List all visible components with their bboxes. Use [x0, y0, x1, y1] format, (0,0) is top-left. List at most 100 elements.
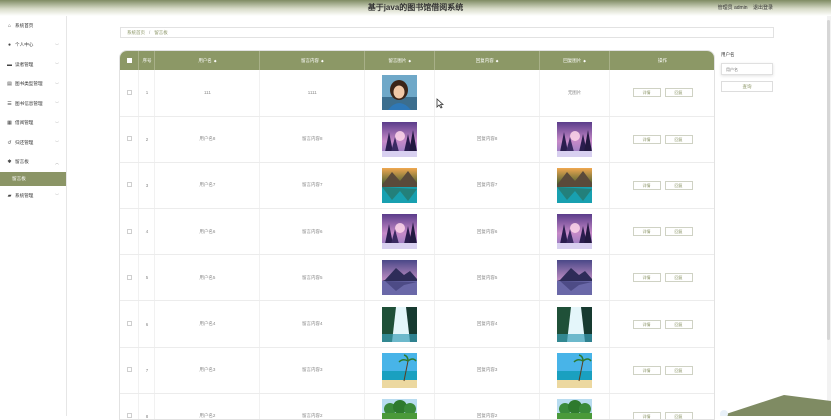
reply-button[interactable]: 回复 — [664, 227, 693, 237]
select-all-checkbox[interactable] — [126, 57, 132, 63]
mouse-cursor-icon — [436, 98, 444, 109]
photo-purple-forest[interactable] — [382, 214, 418, 250]
corner-decoration — [720, 395, 831, 416]
row-image-cell — [364, 347, 436, 394]
row-checkbox[interactable] — [126, 89, 132, 95]
sort-icon[interactable]: ◆ — [583, 59, 586, 63]
username-search-input[interactable] — [721, 63, 773, 75]
row-reply: 回复内容3 — [434, 347, 541, 394]
photo-purple-forest[interactable] — [382, 121, 418, 157]
photo-person[interactable] — [382, 75, 418, 111]
detail-button[interactable]: 详情 — [632, 319, 661, 329]
row-actions: 详情 回复 — [609, 208, 714, 256]
row-checkbox[interactable] — [126, 228, 132, 234]
sort-icon[interactable]: ◆ — [214, 59, 217, 63]
message-table-container: 序号 用户名 ◆ 留言内容 ◆ 留言图片 ◆ 回复内容 ◆ 回复图片 ◆ 操作 1 111 1… — [119, 50, 715, 420]
sidebar-item[interactable]: ▬ 读者管理 ﹀ — [0, 55, 66, 75]
photo-mountain-lake[interactable] — [382, 167, 418, 203]
column-header-username[interactable]: 用户名 ◆ — [154, 51, 261, 70]
row-username: 用户名5 — [154, 254, 261, 302]
sidebar-item[interactable]: ☰ 图书信息管理 ﹀ — [0, 94, 66, 114]
breadcrumb-home[interactable]: 系统首页 — [127, 30, 145, 36]
sidebar-item-label: 图书信息管理 — [15, 100, 43, 106]
header-actions: 管理员 admin 退出登录 — [714, 4, 773, 11]
photo-beach[interactable] — [382, 352, 418, 388]
row-reply: 回复内容7 — [434, 162, 541, 210]
reply-button[interactable]: 回复 — [664, 365, 693, 375]
return-icon: ↺ — [7, 139, 12, 146]
photo-purple-mountain[interactable] — [382, 260, 418, 296]
row-content: 留言内容5 — [259, 254, 366, 302]
chevron-down-icon: ﹀ — [55, 101, 59, 106]
row-content: 留言内容4 — [259, 300, 366, 348]
sidebar-item[interactable]: ▰ 系统管理 ﹀ — [0, 186, 66, 206]
row-checkbox[interactable] — [126, 136, 132, 142]
select-all-cell — [120, 51, 140, 70]
reply-button[interactable]: 回复 — [664, 319, 693, 329]
photo-green-hills[interactable] — [382, 398, 418, 420]
sidebar-item-label: 系统首页 — [15, 22, 34, 28]
logout-link[interactable]: 退出登录 — [753, 5, 773, 11]
sidebar-item[interactable]: ⌂ 系统首页 — [0, 16, 66, 36]
scrollbar-thumb[interactable] — [827, 20, 830, 340]
row-image-cell — [364, 300, 436, 348]
sidebar-item[interactable]: ● 个人中心 ﹀ — [0, 36, 66, 56]
sidebar-item[interactable]: ▤ 图书类型管理 ﹀ — [0, 75, 66, 95]
chevron-down-icon: ﹀ — [55, 42, 59, 48]
search-button[interactable]: 查询 — [721, 81, 773, 92]
sort-icon[interactable]: ◆ — [408, 59, 411, 63]
row-reply-image-cell — [539, 162, 611, 210]
detail-button[interactable]: 详情 — [632, 88, 661, 98]
detail-button[interactable]: 详情 — [632, 273, 661, 283]
detail-button[interactable]: 详情 — [632, 180, 661, 190]
row-checkbox[interactable] — [126, 367, 132, 373]
sidebar-item[interactable]: ✱ 留言板 ︿ — [0, 153, 66, 173]
sort-icon[interactable]: ◆ — [321, 59, 324, 63]
column-header-index: 序号 — [138, 51, 156, 70]
row-image-cell — [364, 162, 436, 210]
photo-purple-forest[interactable] — [557, 121, 593, 157]
sidebar-subitem[interactable]: 留言板 — [0, 172, 66, 186]
reply-button[interactable]: 回复 — [664, 273, 693, 283]
sidebar-item-label: 个人中心 — [15, 42, 34, 48]
table-row: 3 用户名7 留言内容7 回复内容7 详情 回复 — [120, 162, 714, 210]
reply-button[interactable]: 回复 — [664, 134, 693, 144]
chevron-down-icon: ﹀ — [55, 193, 59, 198]
row-image-cell — [364, 208, 436, 256]
row-checkbox[interactable] — [126, 274, 132, 280]
sidebar-item-label: 图书类型管理 — [15, 81, 43, 87]
detail-button[interactable]: 详情 — [632, 365, 661, 375]
detail-button[interactable]: 详情 — [632, 227, 661, 237]
row-username: 用户名3 — [154, 347, 261, 394]
photo-waterfall[interactable] — [557, 306, 593, 342]
reply-button[interactable]: 回复 — [664, 180, 693, 190]
photo-mountain-lake[interactable] — [557, 167, 593, 203]
detail-button[interactable]: 详情 — [632, 134, 661, 144]
column-header-reply[interactable]: 回复内容 ◆ — [434, 51, 541, 70]
row-checkbox[interactable] — [126, 321, 132, 327]
column-header-content[interactable]: 留言内容 ◆ — [259, 51, 366, 70]
row-actions: 详情 回复 — [609, 116, 714, 163]
row-select-cell — [120, 208, 140, 256]
photo-beach[interactable] — [557, 352, 593, 388]
sidebar-item-label: 读者管理 — [15, 61, 34, 67]
grid-icon: ▦ — [7, 120, 12, 127]
row-username: 用户名8 — [154, 116, 261, 163]
photo-purple-mountain[interactable] — [557, 260, 593, 296]
reply-button[interactable]: 回复 — [664, 88, 693, 98]
sort-icon[interactable]: ◆ — [496, 59, 499, 63]
row-actions: 详情 回复 — [609, 300, 714, 348]
list-icon: ☰ — [7, 100, 12, 107]
photo-waterfall[interactable] — [382, 306, 418, 342]
sidebar-item[interactable]: ▦ 借阅管理 ﹀ — [0, 114, 66, 134]
sidebar-item[interactable]: ↺ 归还管理 ﹀ — [0, 133, 66, 153]
column-header-image[interactable]: 留言图片 ◆ — [364, 51, 436, 70]
row-index: 1 — [138, 70, 156, 117]
breadcrumb: 系统首页 / 留言板 — [120, 27, 774, 38]
photo-green-hills[interactable] — [557, 398, 593, 420]
sidebar: ⌂ 系统首页 ● 个人中心 ﹀ ▬ 读者管理 ﹀ ▤ 图书类型管理 ﹀ ☰ 图书信息管理 ﹀ ▦ 借阅管理 ﹀ ↺… — [0, 16, 67, 416]
row-checkbox[interactable] — [126, 182, 132, 188]
home-icon: ⌂ — [7, 22, 12, 29]
photo-purple-forest[interactable] — [557, 214, 593, 250]
column-header-reply-image[interactable]: 回复图片 ◆ — [539, 51, 611, 70]
